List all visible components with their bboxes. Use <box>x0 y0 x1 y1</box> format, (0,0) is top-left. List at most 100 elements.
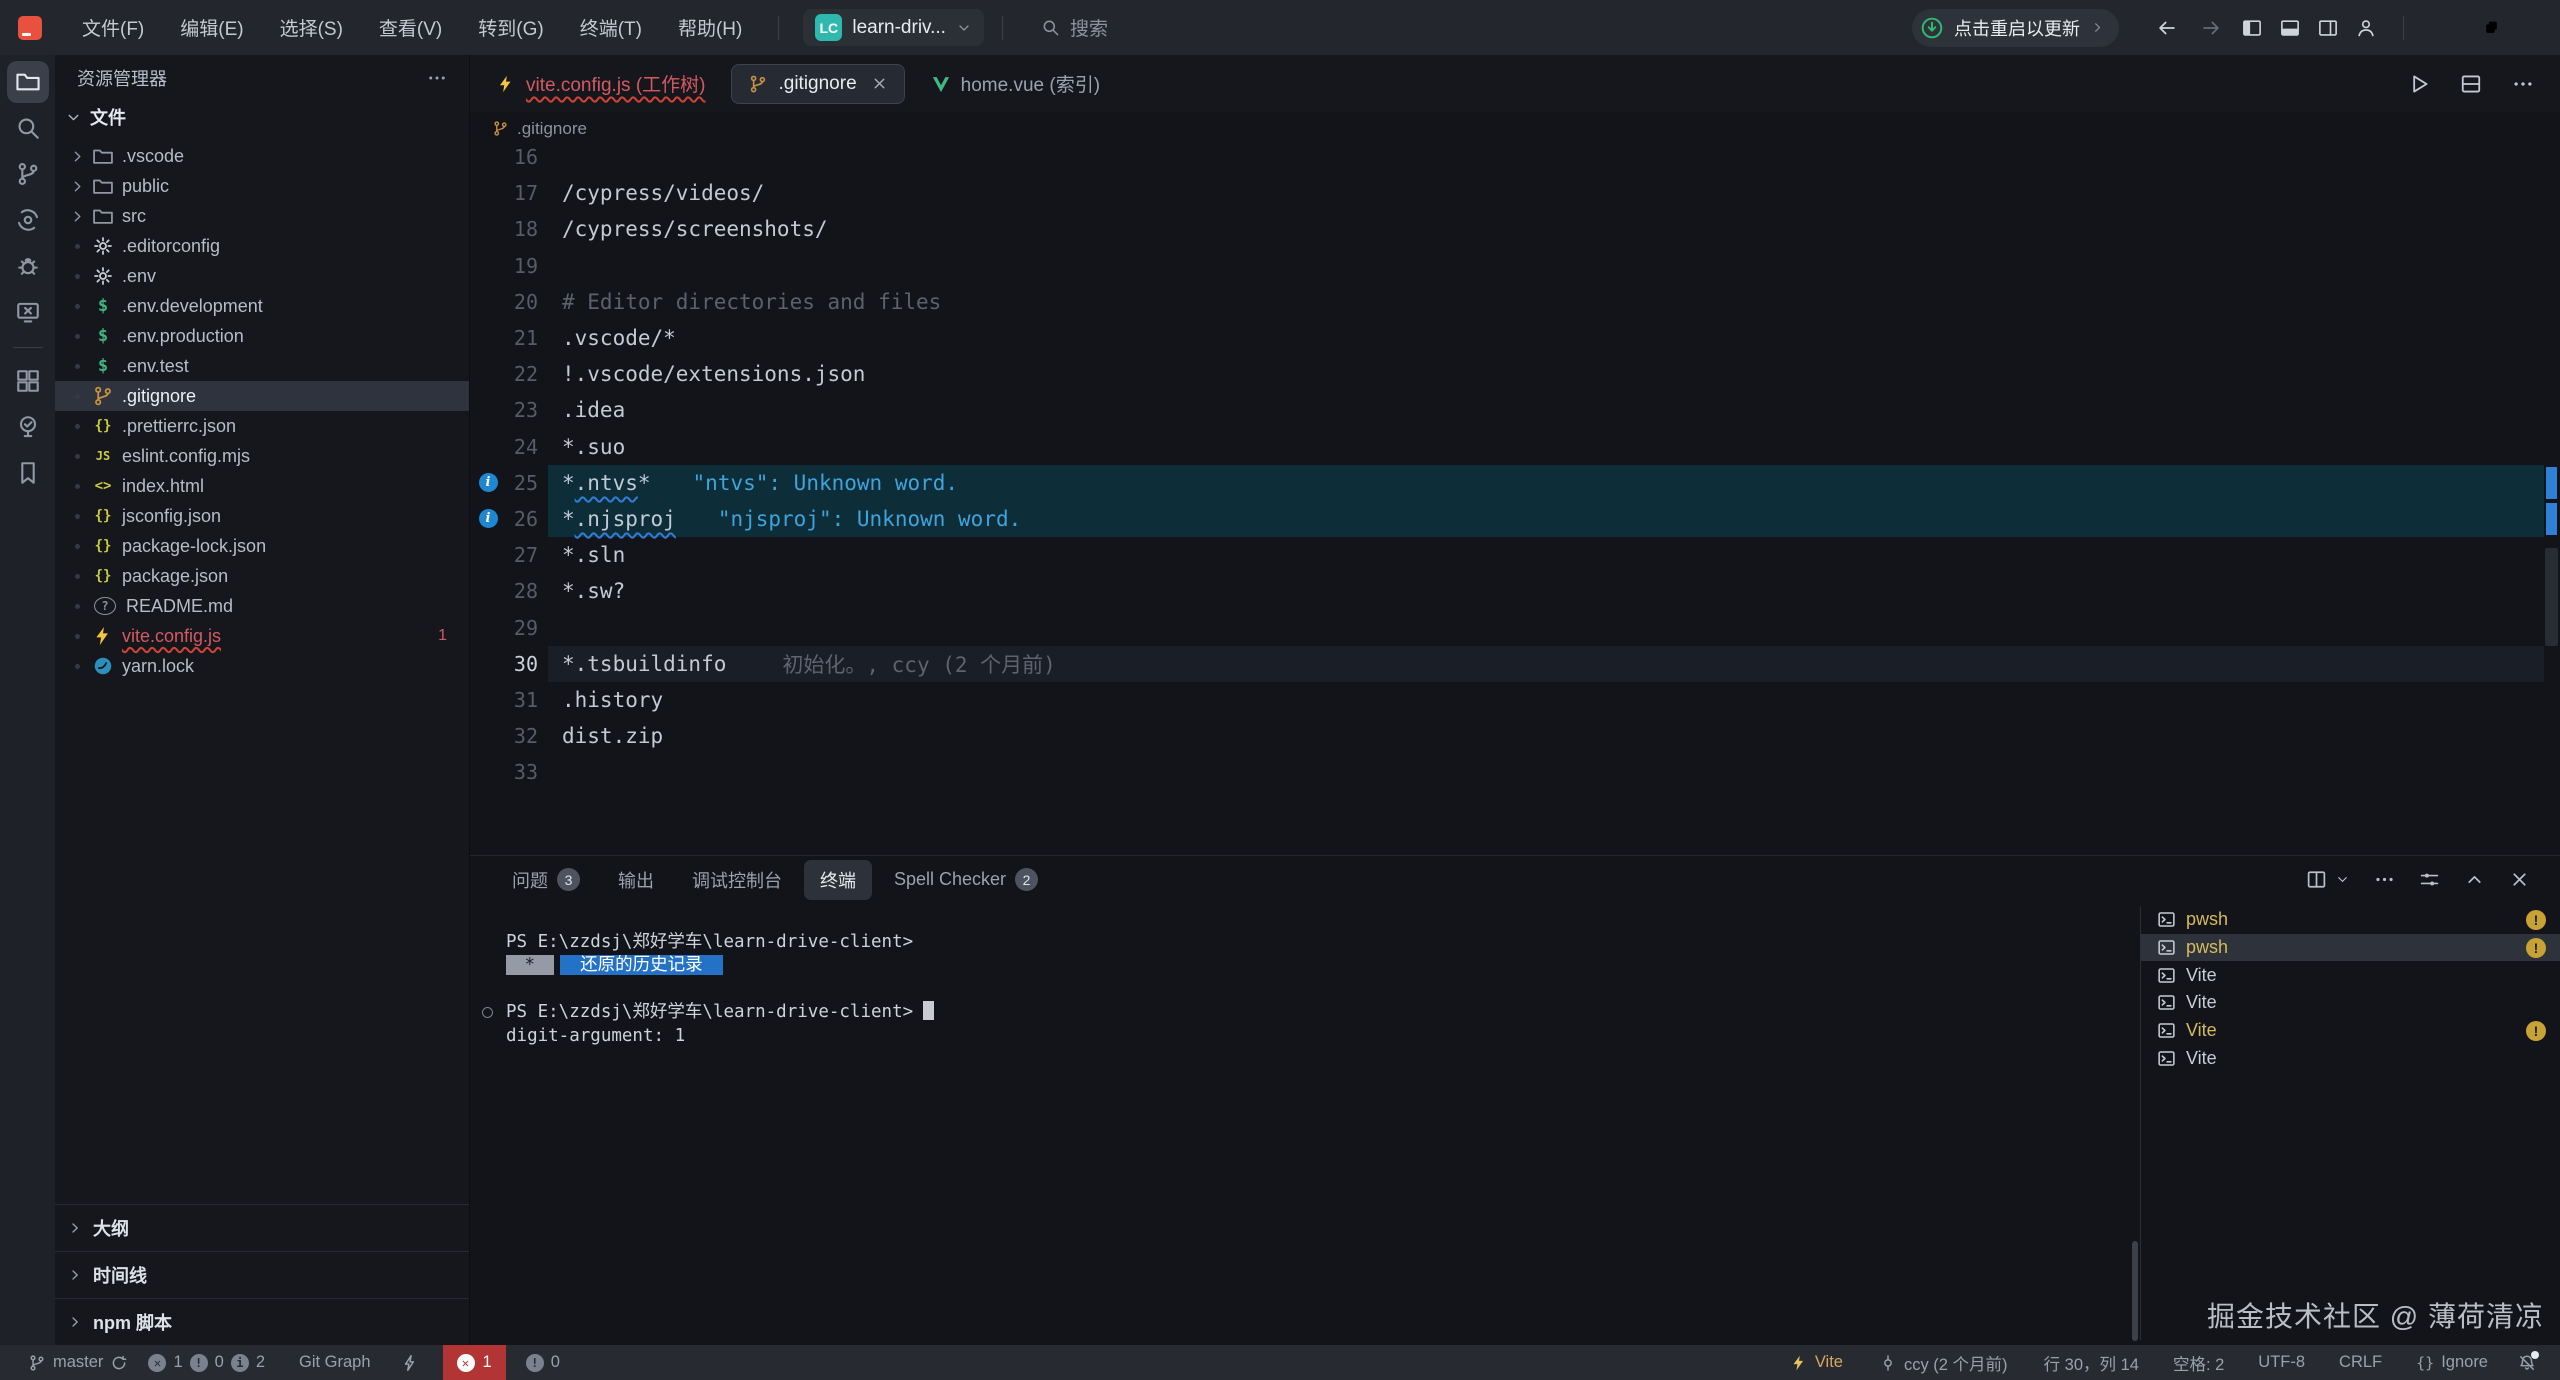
vue-icon <box>931 74 951 94</box>
notifications-bell[interactable] <box>2508 1345 2546 1380</box>
menu-item-3[interactable]: 查看(V) <box>361 9 460 47</box>
lightning-indicator[interactable] <box>391 1345 429 1380</box>
sidebar-section-2[interactable]: npm 脚本 <box>55 1298 469 1345</box>
cursor-position[interactable]: 行 30，列 14 <box>2034 1345 2149 1380</box>
activity-item-live-preview[interactable] <box>7 291 49 333</box>
toggle-secondary-sidebar-icon[interactable] <box>2318 18 2338 38</box>
file-item-vite.config.js[interactable]: vite.config.js1 <box>55 621 469 651</box>
html-file-icon: <> <box>92 475 114 497</box>
toggle-sidebar-icon[interactable] <box>2242 18 2262 38</box>
sidebar-section-0[interactable]: 大纲 <box>55 1204 469 1251</box>
activity-item-todo-tree[interactable] <box>7 406 49 448</box>
branch-indicator[interactable]: master <box>18 1345 138 1380</box>
panel-tab-3[interactable]: 终端 <box>804 860 872 900</box>
file-item-.editorconfig[interactable]: .editorconfig <box>55 231 469 261</box>
language-mode[interactable]: {} Ignore <box>2406 1345 2498 1380</box>
encoding-indicator[interactable]: UTF-8 <box>2248 1345 2315 1380</box>
terminal-scrollbar[interactable] <box>2132 1241 2138 1341</box>
git-branch-file-icon <box>92 385 114 407</box>
terminal-instance-2[interactable]: Vite <box>2141 961 2560 989</box>
terminal-instance-1[interactable]: pwsh! <box>2141 934 2560 962</box>
activity-item-extensions[interactable] <box>7 360 49 402</box>
close-icon[interactable] <box>871 75 888 92</box>
file-item-src[interactable]: src <box>55 201 469 231</box>
indentation-indicator[interactable]: 空格: 2 <box>2163 1345 2234 1380</box>
back-button[interactable] <box>2156 17 2178 39</box>
menu-item-4[interactable]: 转到(G) <box>460 9 561 47</box>
braces-icon: {} <box>2416 1354 2434 1372</box>
panel-tab-1[interactable]: 输出 <box>602 860 670 900</box>
activity-item-debug[interactable] <box>7 245 49 287</box>
maximize-panel-icon[interactable] <box>2464 869 2485 890</box>
error-lens-warnings[interactable]: ! 0 <box>516 1345 570 1380</box>
editor-tab-1[interactable]: .gitignore <box>731 64 904 104</box>
terminal-output[interactable]: PS E:\zzdsj\郑好学车\learn-drive-client> * 还… <box>470 906 2130 1345</box>
error-lens-errors[interactable]: ✕ 1 <box>443 1345 506 1380</box>
editor-scrollbar[interactable] <box>2545 548 2558 646</box>
panel-tab-4[interactable]: Spell Checker2 <box>878 861 1054 898</box>
code-editor[interactable]: 1617/cypress/videos/18/cypress/screensho… <box>470 139 2560 855</box>
activity-item-explorer[interactable] <box>7 61 49 103</box>
chevron-down-icon <box>956 20 972 36</box>
activity-item-remote-explorer[interactable] <box>7 199 49 241</box>
menu-item-2[interactable]: 选择(S) <box>262 9 361 47</box>
file-item-eslint.config.mjs[interactable]: JSeslint.config.mjs <box>55 441 469 471</box>
vite-status[interactable]: Vite <box>1780 1345 1853 1380</box>
toggle-panel-icon[interactable] <box>2280 18 2300 38</box>
terminal-instance-3[interactable]: Vite <box>2141 989 2560 1017</box>
restart-to-update-button[interactable]: 点击重启以更新 <box>1912 9 2119 47</box>
forward-button[interactable] <box>2200 17 2222 39</box>
files-section-header[interactable]: 文件 <box>55 101 469 133</box>
menu-item-0[interactable]: 文件(F) <box>64 9 162 47</box>
configure-icon[interactable] <box>2419 869 2440 890</box>
sidebar-section-1[interactable]: 时间线 <box>55 1251 469 1298</box>
menu-item-5[interactable]: 终端(T) <box>562 9 660 47</box>
menu-item-6[interactable]: 帮助(H) <box>660 9 760 47</box>
git-blame-status[interactable]: ccy (2 个月前) <box>1869 1345 2018 1380</box>
file-item-index.html[interactable]: <>index.html <box>55 471 469 501</box>
file-item-README.md[interactable]: ?README.md <box>55 591 469 621</box>
activity-item-search[interactable] <box>7 107 49 149</box>
eol-indicator[interactable]: CRLF <box>2329 1345 2392 1380</box>
terminal-instance-5[interactable]: Vite <box>2141 1044 2560 1072</box>
activity-item-source-control[interactable] <box>7 153 49 195</box>
global-search[interactable]: 搜索 <box>1041 14 1108 41</box>
problems-indicator[interactable]: ✕ 1 ! 0 i 2 <box>138 1345 275 1380</box>
activity-item-bookmarks[interactable] <box>7 452 49 494</box>
file-item-.env.production[interactable]: $.env.production <box>55 321 469 351</box>
more-actions-icon[interactable] <box>2374 869 2395 890</box>
file-item-.env[interactable]: .env <box>55 261 469 291</box>
close-button[interactable] <box>2514 0 2560 55</box>
terminal-instance-label: Vite <box>2186 965 2217 986</box>
file-item-yarn.lock[interactable]: yarn.lock <box>55 651 469 681</box>
close-panel-icon[interactable] <box>2509 869 2530 890</box>
project-switcher[interactable]: LC learn-driv... <box>803 9 984 46</box>
terminal-instance-4[interactable]: Vite! <box>2141 1017 2560 1045</box>
file-item-jsconfig.json[interactable]: {}jsconfig.json <box>55 501 469 531</box>
editor-tab-0[interactable]: vite.config.js (工作树) <box>480 64 721 104</box>
chevron-down-icon[interactable] <box>2335 872 2350 887</box>
panel-tab-2[interactable]: 调试控制台 <box>676 860 798 900</box>
git-graph-button[interactable]: Git Graph <box>289 1345 381 1380</box>
terminal-instance-0[interactable]: pwsh! <box>2141 906 2560 934</box>
menu-item-1[interactable]: 编辑(E) <box>162 9 261 47</box>
more-actions-icon[interactable] <box>2512 73 2534 95</box>
account-icon[interactable] <box>2356 18 2376 38</box>
file-item-.env.test[interactable]: $.env.test <box>55 351 469 381</box>
file-item-public[interactable]: public <box>55 171 469 201</box>
split-terminal-icon[interactable] <box>2306 869 2327 890</box>
split-editor-icon[interactable] <box>2460 73 2482 95</box>
file-item-.vscode[interactable]: .vscode <box>55 141 469 171</box>
file-item-.gitignore[interactable]: .gitignore <box>55 381 469 411</box>
file-item-package-lock.json[interactable]: {}package-lock.json <box>55 531 469 561</box>
more-actions-icon[interactable] <box>427 68 447 88</box>
line-number: 31 <box>506 688 538 712</box>
editor-tab-2[interactable]: home.vue (索引) <box>915 64 1116 104</box>
panel-tab-0[interactable]: 问题3 <box>496 860 596 900</box>
file-item-package.json[interactable]: {}package.json <box>55 561 469 591</box>
run-file-icon[interactable] <box>2408 73 2430 95</box>
minimize-button[interactable] <box>2422 0 2468 55</box>
file-item-.env.development[interactable]: $.env.development <box>55 291 469 321</box>
restore-button[interactable] <box>2468 0 2514 55</box>
file-item-.prettierrc.json[interactable]: {}.prettierrc.json <box>55 411 469 441</box>
